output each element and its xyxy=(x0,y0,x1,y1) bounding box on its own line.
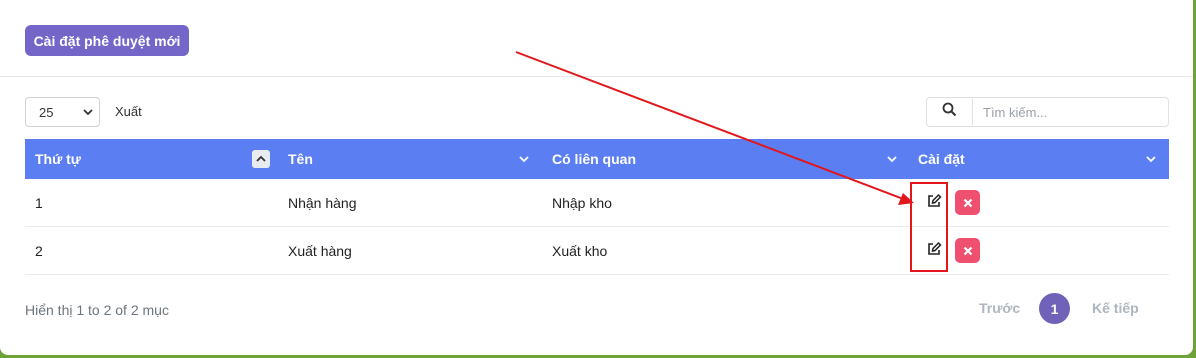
approval-settings-panel: Cài đặt phê duyệt mới 25 Xuất Tìm kiếm..… xyxy=(0,0,1193,355)
cell-name: Nhận hàng xyxy=(288,194,357,211)
new-approval-button[interactable]: Cài đặt phê duyệt mới xyxy=(25,25,189,56)
cell-order: 1 xyxy=(35,194,43,211)
table-row: 2 Xuất hàng Xuất kho xyxy=(25,227,1169,275)
column-header-related[interactable]: Có liên quan xyxy=(552,139,636,179)
delete-button[interactable] xyxy=(955,238,980,263)
delete-button[interactable] xyxy=(955,190,980,215)
column-header-settings[interactable]: Cài đặt xyxy=(918,139,965,179)
column-header-name[interactable]: Tên xyxy=(288,139,313,179)
pagination-next[interactable]: Kế tiếp xyxy=(1092,300,1139,316)
close-icon xyxy=(963,195,973,211)
cell-order: 2 xyxy=(35,242,43,259)
export-button[interactable]: Xuất xyxy=(115,104,142,119)
sort-asc-icon[interactable] xyxy=(252,150,270,168)
search-button[interactable] xyxy=(927,98,973,126)
search-input[interactable]: Tìm kiếm... xyxy=(973,98,1168,126)
close-icon xyxy=(963,243,973,259)
pagination-info: Hiển thị 1 to 2 of 2 mục xyxy=(25,302,169,318)
page-size-select[interactable]: 25 xyxy=(25,97,100,127)
chevron-down-icon xyxy=(83,105,93,120)
search-box: Tìm kiếm... xyxy=(926,97,1169,127)
search-icon xyxy=(942,102,957,122)
chevron-down-icon[interactable] xyxy=(515,150,533,168)
cell-name: Xuất hàng xyxy=(288,242,352,259)
pagination-page-1[interactable]: 1 xyxy=(1039,293,1070,324)
pagination-prev[interactable]: Trước xyxy=(979,300,1020,316)
page-size-value: 25 xyxy=(39,104,54,120)
chevron-down-icon[interactable] xyxy=(883,150,901,168)
annotation-highlight-box xyxy=(910,182,948,272)
column-header-order[interactable]: Thứ tự xyxy=(35,139,81,179)
table-header: Thứ tự Tên Có liên quan Cài đặt xyxy=(25,139,1169,179)
table-row: 1 Nhận hàng Nhập kho xyxy=(25,179,1169,227)
cell-related: Nhập kho xyxy=(552,194,612,211)
cell-related: Xuất kho xyxy=(552,242,608,259)
top-toolbar: Cài đặt phê duyệt mới xyxy=(0,0,1193,77)
chevron-down-icon[interactable] xyxy=(1142,150,1160,168)
